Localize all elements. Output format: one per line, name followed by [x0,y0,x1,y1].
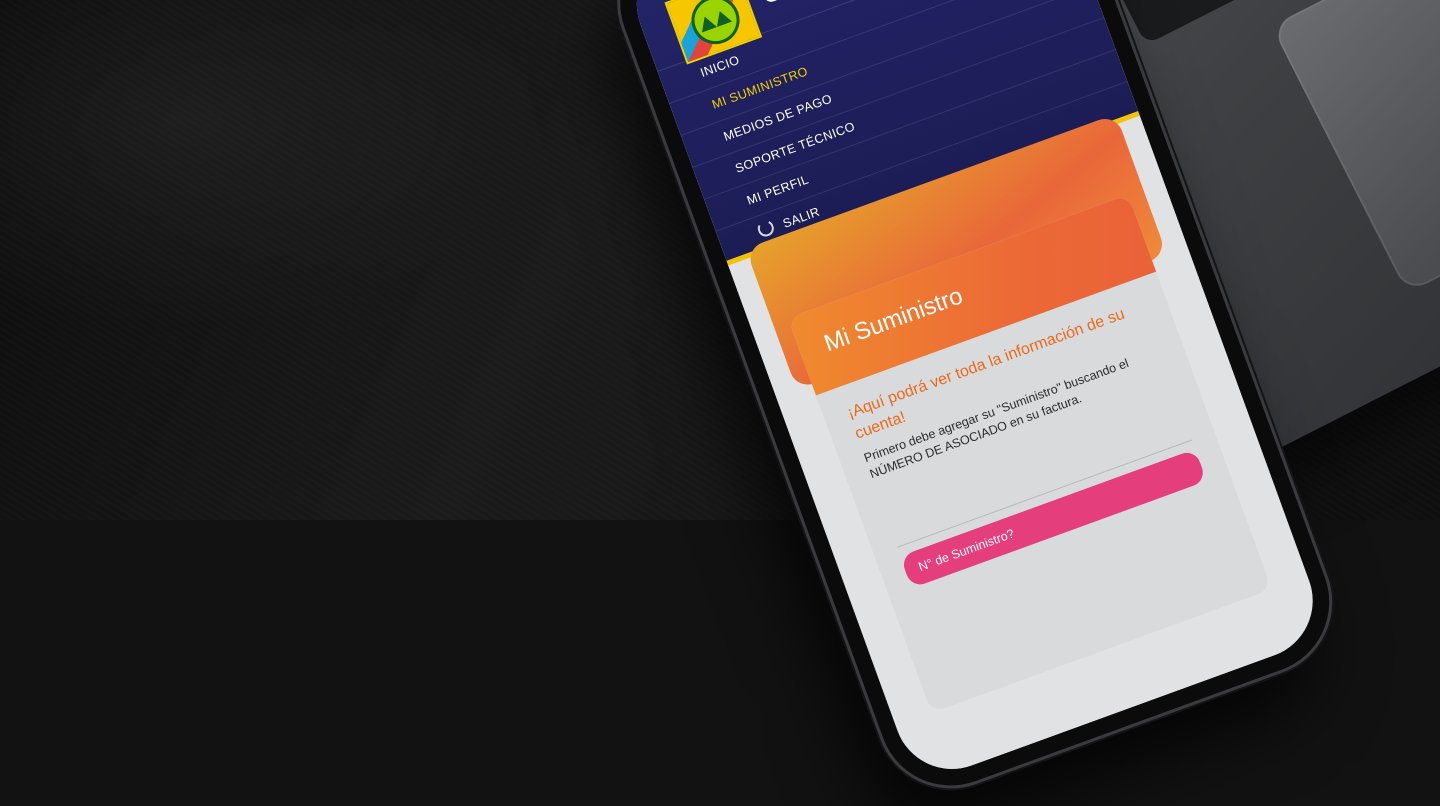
logo-emblem [684,0,747,51]
logo-tree-icon [712,8,733,28]
find-suministro-button[interactable]: N° de Suministro? [900,448,1207,589]
power-icon [755,218,777,239]
trackpad [1271,0,1440,294]
